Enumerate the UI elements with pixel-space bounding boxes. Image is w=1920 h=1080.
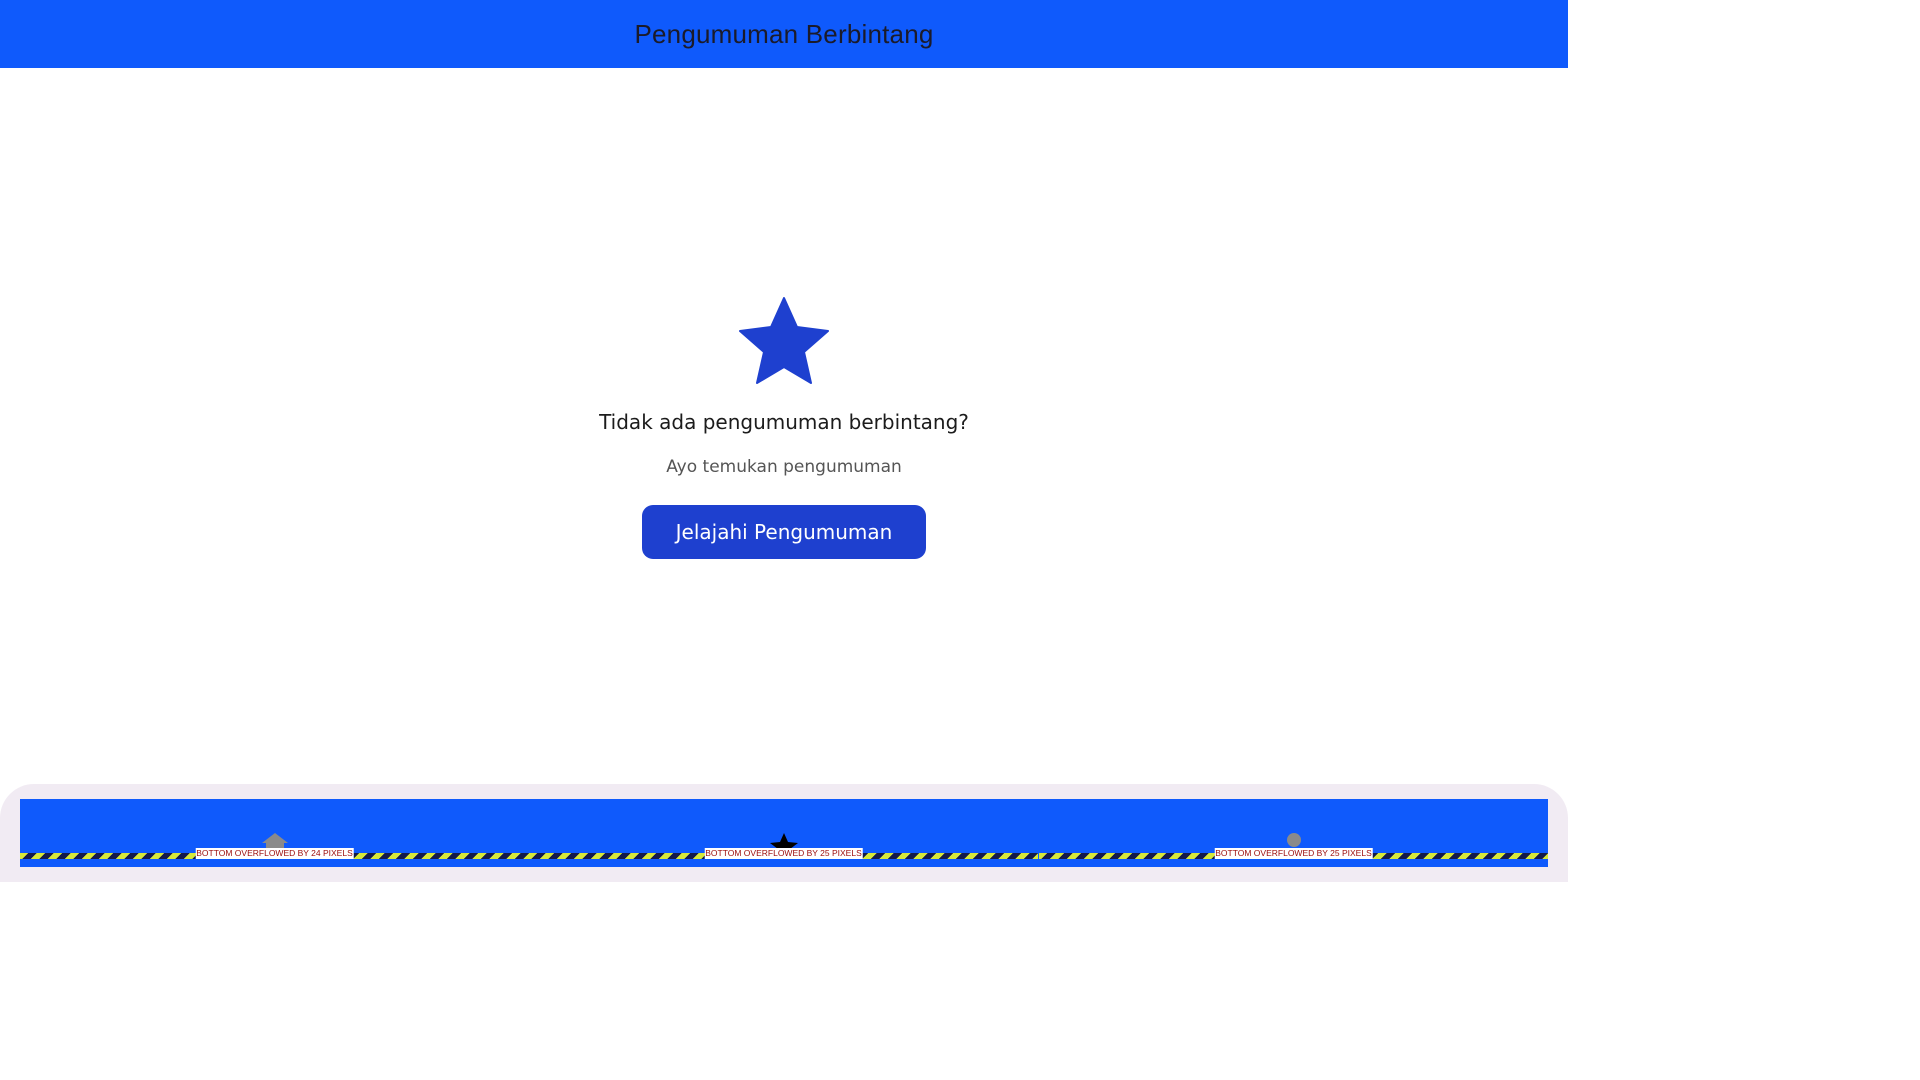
bottom-navigation: BOTTOM OVERFLOWED BY 24 PIXELS BOTTOM OV… <box>0 784 1568 882</box>
page-title: Pengumuman Berbintang <box>634 18 934 49</box>
overflow-warning-label: BOTTOM OVERFLOWED BY 25 PIXELS <box>704 848 863 859</box>
nav-item-starred[interactable]: BOTTOM OVERFLOWED BY 25 PIXELS <box>529 799 1038 867</box>
nav-item-home[interactable]: BOTTOM OVERFLOWED BY 24 PIXELS <box>20 799 529 867</box>
overflow-warning-label: BOTTOM OVERFLOWED BY 24 PIXELS <box>195 848 354 859</box>
empty-state-subtitle: Ayo temukan pengumuman <box>666 457 902 477</box>
star-icon <box>737 296 831 386</box>
app-bar: Pengumuman Berbintang <box>0 0 1568 68</box>
empty-state: Tidak ada pengumuman berbintang? Ayo tem… <box>0 68 1568 784</box>
overflow-warning-label: BOTTOM OVERFLOWED BY 25 PIXELS <box>1214 848 1373 859</box>
nav-item-profile[interactable]: BOTTOM OVERFLOWED BY 25 PIXELS <box>1039 799 1548 867</box>
bottom-navigation-bar: BOTTOM OVERFLOWED BY 24 PIXELS BOTTOM OV… <box>20 799 1548 867</box>
explore-announcements-button[interactable]: Jelajahi Pengumuman <box>642 505 926 559</box>
empty-state-title: Tidak ada pengumuman berbintang? <box>599 410 969 434</box>
